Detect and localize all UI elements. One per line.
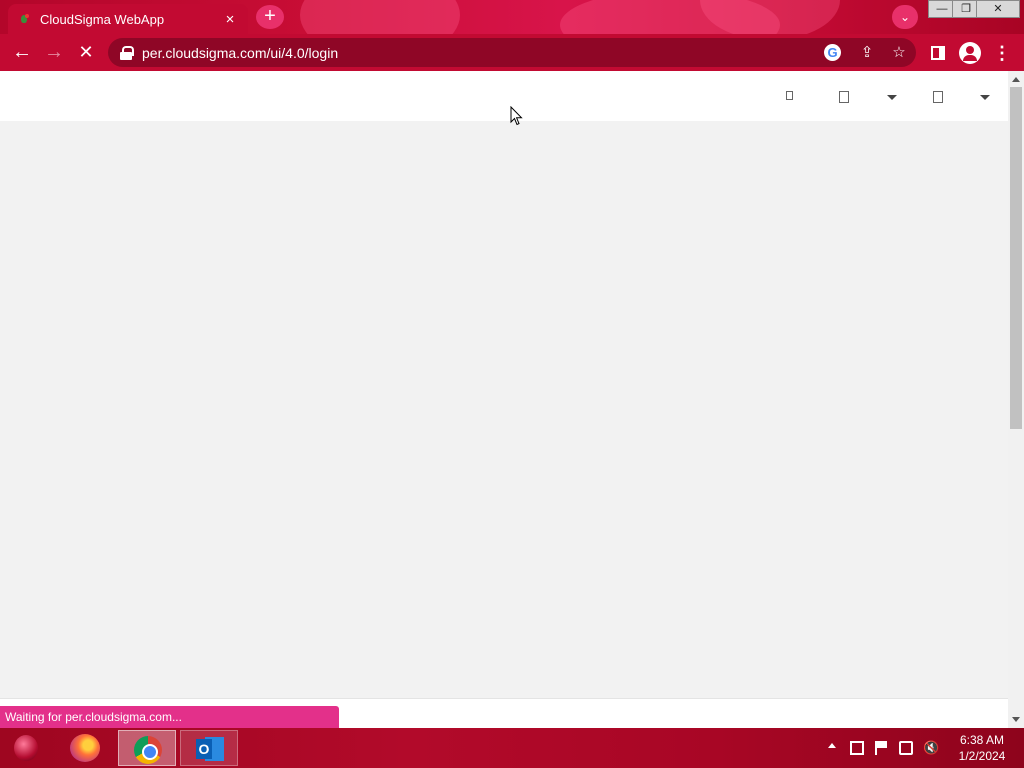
start-orb-icon [14,735,38,761]
nav-unloaded-icon[interactable] [839,91,849,103]
share-icon[interactable]: ⇪ [858,44,876,62]
google-lens-icon[interactable]: G [824,44,841,61]
browser-menu-button[interactable]: ⋮ [990,41,1014,65]
windows-taskbar: O 🔇 6:38 AM 1/2/2024 [0,728,1024,768]
window-close-button[interactable]: ✕ [976,0,1020,18]
clock-time: 6:38 AM [959,733,1005,747]
chevron-down-icon[interactable] [980,95,990,100]
clock-date: 1/2/2024 [958,749,1006,763]
volume-muted-icon[interactable]: 🔇 [923,741,939,755]
taskbar-outlook[interactable]: O [180,730,238,766]
browser-toolbar: ← → ✕ per.cloudsigma.com/ui/4.0/login G … [0,34,1024,71]
firefox-icon [70,734,100,762]
scroll-up-icon[interactable] [1012,77,1020,82]
forward-button[interactable]: → [42,41,66,65]
bookmark-star-icon[interactable]: ☆ [890,44,908,62]
tab-close-icon[interactable]: × [222,11,238,28]
side-panel-icon [931,46,945,60]
outlook-icon: O [196,737,224,761]
outlook-letter: O [196,739,212,759]
status-bubble: Waiting for per.cloudsigma.com... [0,706,339,728]
new-tab-button[interactable]: + [256,5,284,29]
start-button[interactable] [6,731,46,765]
scrollbar-thumb[interactable] [1010,87,1022,429]
decorative-blob [300,0,460,34]
address-bar[interactable]: per.cloudsigma.com/ui/4.0/login G ⇪ ☆ [108,38,916,67]
network-icon[interactable] [899,741,913,755]
nav-unloaded-icon[interactable] [933,91,943,103]
tab-title: CloudSigma WebApp [40,11,165,27]
browser-title-bar: CloudSigma WebApp × + ⌄ — ❐ ✕ [0,0,1024,34]
address-url[interactable]: per.cloudsigma.com/ui/4.0/login [142,45,338,61]
page-scrollbar[interactable] [1008,71,1024,728]
browser-tab[interactable]: CloudSigma WebApp × [8,4,248,34]
taskbar-firefox[interactable] [56,730,114,766]
cloudsigma-favicon-icon [18,12,32,26]
scroll-down-icon[interactable] [1012,717,1020,722]
tab-search-button[interactable]: ⌄ [892,5,918,29]
app-top-nav [0,71,1008,121]
decorative-blob [700,0,840,34]
system-clock[interactable]: 6:38 AM 1/2/2024 [950,732,1014,764]
action-center-flag-icon[interactable] [875,741,889,755]
side-panel-button[interactable] [926,41,950,65]
nav-unloaded-icon[interactable] [786,91,793,100]
taskbar-chrome[interactable] [118,730,176,766]
chrome-icon [134,736,162,764]
chevron-down-icon[interactable] [887,95,897,100]
mouse-cursor-icon [510,106,523,126]
profile-avatar-icon [959,42,981,64]
device-manager-icon[interactable] [850,741,864,755]
page-viewport [0,71,1008,728]
lock-icon[interactable] [120,45,134,60]
back-button[interactable]: ← [10,41,34,65]
show-hidden-icons-icon[interactable] [828,743,836,748]
stop-loading-button[interactable]: ✕ [74,41,98,65]
profile-button[interactable] [958,41,982,65]
